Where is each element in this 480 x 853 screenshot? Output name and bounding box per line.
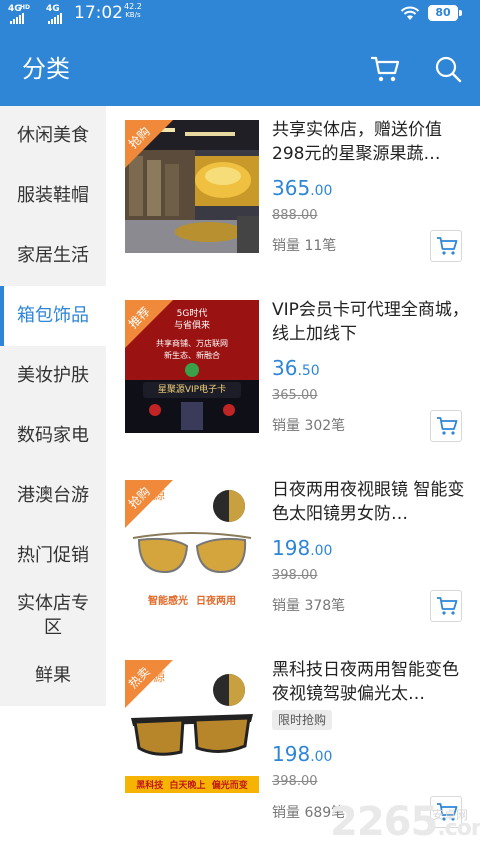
network-type-1-hd: HD [20, 4, 31, 11]
price-integer: 36 [272, 356, 298, 380]
vip-card-label: 星聚源VIP电子卡 [157, 385, 227, 395]
original-price: 365.00 [272, 388, 318, 403]
page-title: 分类 [22, 55, 70, 83]
ribbon-badge: 抢购 [125, 480, 185, 540]
sidebar-item-label: 箱包饰品 [17, 305, 89, 326]
cart-icon[interactable] [370, 55, 400, 83]
price-decimal: .50 [297, 363, 320, 379]
sidebar-item-electronics[interactable]: 数码家电 [0, 406, 106, 466]
signal-icon [10, 13, 24, 24]
product-image[interactable]: 5G时代 与省俱来 共享商铺、万店联网 新生态、新融合 星聚源VIP电子卡 推荐 [125, 300, 259, 433]
sidebar-item-label: 实体店专区 [17, 593, 89, 638]
caption-left: 智能感光 [148, 596, 188, 607]
sunglasses-caption: 智能感光 日夜两用 [125, 592, 259, 607]
original-price: 888.00 [272, 208, 318, 223]
sidebar-item-snacks[interactable]: 休闲美食 [0, 106, 106, 166]
signal-icon-2 [48, 13, 62, 24]
ribbon-badge: 抢购 [125, 120, 185, 180]
cart-icon [437, 417, 458, 435]
price-decimal: .00 [310, 543, 333, 559]
network-speed-value: 42.2 [124, 2, 142, 11]
product-card[interactable]: 5G时代 与省俱来 共享商铺、万店联网 新生态、新融合 星聚源VIP电子卡 推荐… [106, 286, 480, 466]
sidebar-item-bags[interactable]: 箱包饰品 [0, 286, 106, 346]
product-price: 36.50 [272, 356, 320, 383]
product-title[interactable]: VIP会员卡可代理全商城，线上加线下 [272, 298, 472, 346]
sidebar-item-label: 港澳台游 [17, 485, 89, 506]
sidebar-item-label: 服装鞋帽 [17, 185, 89, 206]
product-card[interactable]: 抢购 共享实体店，赠送价值298元的星聚源果蔬… 365.00 888.00 销… [106, 106, 480, 286]
product-price: 365.00 [272, 176, 332, 203]
product-image[interactable]: 源 智能感光 日夜两用 抢购 [125, 480, 259, 613]
sidebar-item-stores[interactable]: 实体店专区 [0, 586, 106, 646]
watermark-sub: 安卓网 [432, 808, 469, 822]
caption-right: 日夜两用 [196, 596, 236, 607]
ribbon-badge: 推荐 [125, 300, 185, 360]
cart-icon [437, 237, 458, 255]
status-time: 17:02 [74, 3, 123, 23]
wifi-icon [400, 6, 420, 20]
sidebar-item-fruit[interactable]: 鲜果 [0, 646, 106, 706]
sidebar-item-home[interactable]: 家居生活 [0, 226, 106, 286]
flash-sale-badge: 限时抢购 [272, 710, 333, 730]
sales-count: 销量 302笔 [272, 418, 346, 434]
add-to-cart-button[interactable] [430, 590, 462, 622]
sunglasses-caption: 黑科技 白天晚上 偏光而变 [136, 781, 248, 791]
price-integer: 365 [272, 176, 311, 200]
product-title[interactable]: 黑科技日夜两用智能变色夜视镜驾驶偏光太… [272, 658, 472, 706]
sidebar-item-label: 鲜果 [35, 665, 71, 686]
price-integer: 198 [272, 536, 311, 560]
sidebar-item-travel[interactable]: 港澳台游 [0, 466, 106, 526]
original-price: 398.00 [272, 568, 318, 583]
watermark-main: 2265 [330, 799, 438, 845]
original-price: 398.00 [272, 774, 318, 789]
price-decimal: .00 [310, 183, 333, 199]
product-image[interactable]: 源 黑科技 白天晚上 偏光而变 热卖 [125, 660, 259, 793]
sidebar-item-label: 美妆护肤 [17, 365, 89, 386]
category-sidebar: 休闲美食 服装鞋帽 家居生活 箱包饰品 美妆护肤 数码家电 港澳台游 热门促销 … [0, 106, 106, 706]
sales-count: 销量 378笔 [272, 598, 346, 614]
network-speed-unit: KB/s [125, 11, 141, 19]
sidebar-item-label: 热门促销 [17, 545, 89, 566]
sidebar-item-clothing[interactable]: 服装鞋帽 [0, 166, 106, 226]
product-card[interactable]: 源 智能感光 日夜两用 抢购 日夜两用夜视眼镜 智能变色太阳镜男女防… 198.… [106, 466, 480, 646]
sidebar-item-label: 家居生活 [17, 245, 89, 266]
product-price: 198.00 [272, 536, 332, 563]
status-bar: 4G HD 4G 17:02 42.2 KB/s 80 [0, 0, 480, 28]
product-title[interactable]: 日夜两用夜视眼镜 智能变色太阳镜男女防… [272, 478, 472, 526]
add-to-cart-button[interactable] [430, 230, 462, 262]
sidebar-item-label: 休闲美食 [17, 125, 89, 146]
add-to-cart-button[interactable] [430, 410, 462, 442]
sidebar-item-label: 数码家电 [17, 425, 89, 446]
product-image[interactable]: 抢购 [125, 120, 259, 253]
price-decimal: .00 [310, 749, 333, 765]
sidebar-item-promotions[interactable]: 热门促销 [0, 526, 106, 586]
battery-icon: 80 [428, 5, 462, 21]
ribbon-badge: 热卖 [125, 660, 185, 720]
product-price: 198.00 [272, 742, 332, 769]
sidebar-item-beauty[interactable]: 美妆护肤 [0, 346, 106, 406]
app-header: 4G HD 4G 17:02 42.2 KB/s 80 分类 [0, 0, 480, 106]
cart-icon [437, 597, 458, 615]
product-title[interactable]: 共享实体店，赠送价值298元的星聚源果蔬… [272, 118, 472, 166]
sales-count: 销量 11笔 [272, 238, 337, 254]
network-speed: 42.2 KB/s [124, 2, 142, 20]
search-icon[interactable] [434, 55, 462, 83]
price-integer: 198 [272, 742, 311, 766]
